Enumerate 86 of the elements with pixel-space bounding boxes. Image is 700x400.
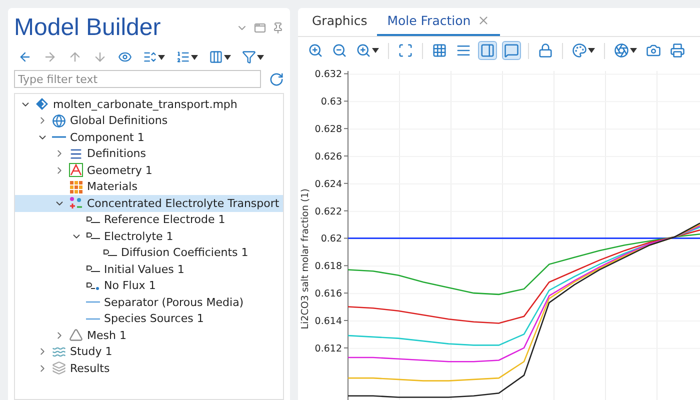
dropdown-caret-icon: [630, 48, 637, 53]
tree-item[interactable]: molten_carbonate_transport.mph: [15, 96, 283, 112]
filter-field[interactable]: Type filter text: [14, 70, 261, 88]
tree-item[interactable]: Electrolyte 1: [15, 228, 283, 244]
list-icon: [176, 50, 190, 64]
y-tick-label: 0.616: [314, 288, 342, 300]
lines-icon: [456, 43, 471, 58]
eye-icon: [118, 50, 132, 64]
tree-item[interactable]: Definitions: [15, 146, 283, 162]
panel-title: Model Builder: [14, 14, 161, 42]
y-tick-label: 0.622: [314, 206, 342, 218]
materials-icon: [69, 180, 83, 194]
tab[interactable]: Mole Fraction: [377, 13, 500, 36]
up-arrow-icon: [68, 50, 82, 64]
list-icon: [69, 146, 83, 161]
toolbar-button[interactable]: [240, 48, 266, 66]
tab[interactable]: Graphics: [302, 13, 378, 36]
toolbar-button[interactable]: [207, 48, 233, 66]
dropdown-caret-icon: [372, 48, 379, 53]
tree-item[interactable]: Separator (Porous Media): [15, 294, 283, 310]
forward-arrow-icon: [43, 50, 57, 64]
dropdown-caret-icon: [257, 54, 264, 60]
wave-icon: [52, 344, 66, 359]
y-tick-label: 0.63: [320, 96, 342, 108]
y-tick-label: 0.624: [314, 178, 342, 190]
list-icon: [143, 50, 157, 64]
tree-item[interactable]: Species Sources 1: [15, 310, 283, 327]
y-tick-label: 0.632: [314, 69, 342, 80]
aperture-icon: [614, 43, 629, 58]
close-icon[interactable]: [476, 14, 490, 27]
physics-icon: [69, 196, 83, 210]
tree-item[interactable]: Component 1: [15, 129, 283, 146]
tree-item[interactable]: Materials: [15, 178, 283, 195]
lock-icon: [538, 43, 553, 58]
down-arrow-icon: [93, 50, 107, 64]
speech-bubble-icon: [504, 43, 519, 58]
tree-item[interactable]: Diffusion Coefficients 1: [15, 244, 283, 261]
tree-item[interactable]: Results: [15, 360, 283, 376]
layers-icon: [52, 361, 66, 376]
y-tick-label: 0.62: [320, 234, 342, 245]
tree-item[interactable]: Geometry 1: [15, 162, 283, 178]
tree-item[interactable]: Concentrated Electrolyte Transport: [15, 195, 283, 212]
refresh-icon[interactable]: [269, 72, 284, 86]
triangle-icon: [69, 328, 83, 342]
tree-item[interactable]: No Flux 1: [15, 278, 283, 294]
toolbar-button[interactable]: [612, 41, 639, 60]
y-tick-label: 0.612: [314, 343, 342, 354]
y-axis-label: Li2CO3 salt molar fraction (1): [300, 188, 311, 330]
legend-icon: [480, 43, 495, 58]
zoom-out-icon: [332, 43, 347, 58]
dropdown-caret-icon: [588, 48, 595, 53]
toolbar-button[interactable]: [570, 41, 597, 60]
printer-icon: [670, 43, 685, 58]
zoom-extents-icon: [398, 43, 413, 58]
dropdown-caret-icon: [224, 54, 231, 60]
default-node-icon: [86, 265, 100, 274]
geometry-icon: [69, 163, 83, 178]
pin-icon[interactable]: [272, 22, 284, 34]
dropdown-caret-icon: [158, 54, 165, 60]
camera-icon: [646, 43, 661, 58]
grid-icon: [432, 43, 447, 58]
y-tick-label: 0.614: [314, 316, 342, 327]
line-icon: [86, 301, 100, 304]
maximize-icon[interactable]: [254, 22, 266, 34]
default-node-icon: [103, 248, 117, 257]
tree-item[interactable]: Global Definitions: [15, 112, 283, 129]
default-node-icon: [86, 216, 100, 224]
columns-icon: [209, 50, 223, 64]
default-node-icon: [86, 232, 100, 240]
tree-item[interactable]: Initial Values 1: [15, 261, 283, 278]
tree-item[interactable]: Mesh 1: [15, 327, 283, 344]
globe-icon: [52, 114, 66, 128]
line-icon: [52, 136, 66, 138]
tree-item[interactable]: Reference Electrode 1: [15, 212, 283, 228]
line-icon: [86, 318, 100, 320]
tree-item[interactable]: Study 1: [15, 344, 283, 360]
zoom-in-icon: [308, 43, 323, 58]
palette-icon: [572, 43, 587, 58]
y-tick-label: 0.626: [314, 152, 342, 162]
zoom-box-icon: [356, 43, 371, 58]
default-point-icon: [86, 282, 100, 290]
filter-icon: [242, 50, 256, 64]
y-tick-label: 0.618: [314, 261, 342, 272]
y-tick-label: 0.628: [314, 124, 342, 136]
dropdown-caret-icon: [191, 54, 198, 60]
diamond-icon: [35, 97, 49, 112]
